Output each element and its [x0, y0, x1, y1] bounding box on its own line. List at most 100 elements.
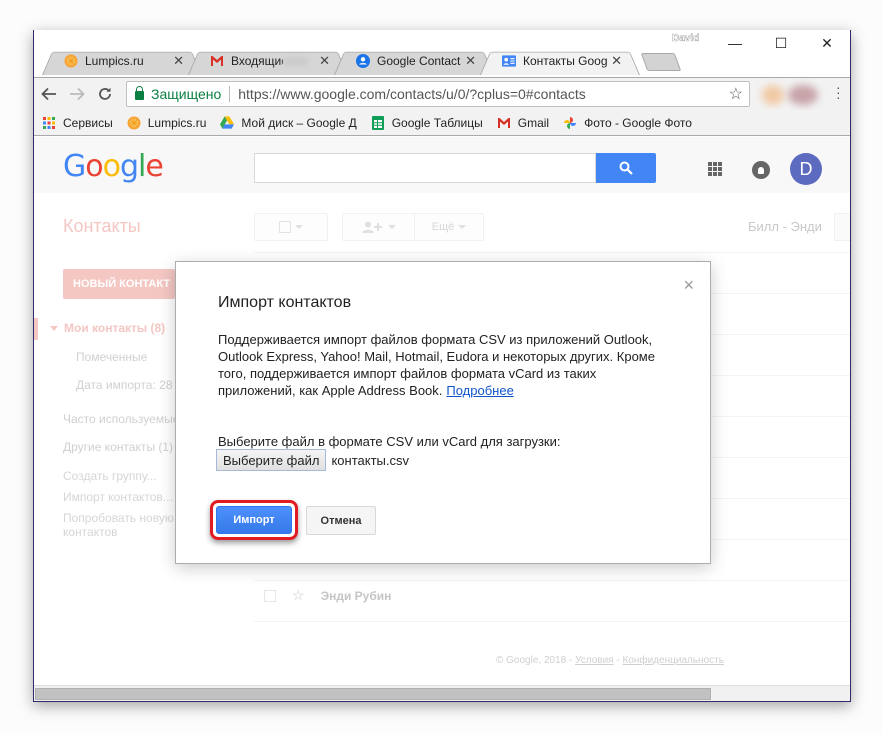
google-sheets-icon: [371, 115, 385, 130]
contacts-card-icon: [502, 54, 516, 68]
bookmark-google-drive[interactable]: Мой диск – Google Д: [220, 115, 357, 130]
google-logo[interactable]: Google: [63, 149, 164, 184]
maximize-button[interactable]: ☐: [758, 30, 804, 56]
tab-contacts-google[interactable]: Контакты Google ✕: [480, 47, 640, 75]
bookmark-label: Фото - Google Фото: [584, 115, 692, 130]
bookmark-label: Gmail: [517, 115, 550, 130]
learn-more-link[interactable]: Подробнее: [446, 383, 513, 398]
reload-button[interactable]: [92, 81, 118, 107]
tab-label: Контакты Google: [523, 54, 608, 68]
apps-grid-icon: [42, 116, 56, 130]
google-contacts-icon: [356, 54, 370, 68]
sidebar-item-import-date[interactable]: Дата импорта: 28: [76, 378, 173, 392]
description-text: Поддерживается импорт файлов формата CSV…: [218, 332, 655, 398]
close-tab-icon[interactable]: ✕: [611, 53, 622, 69]
close-icon[interactable]: ×: [683, 276, 694, 294]
extension-icon[interactable]: [762, 85, 784, 105]
chevron-down-icon: [295, 225, 303, 229]
create-group-link[interactable]: Создать группу...: [63, 469, 157, 483]
browser-toolbar: Защищено https://www.google.com/contacts…: [34, 77, 850, 110]
terms-link[interactable]: Условия: [575, 655, 614, 666]
back-button[interactable]: [36, 81, 62, 107]
dialog-description: Поддерживается импорт файлов формата CSV…: [218, 331, 668, 399]
bookmark-label: Lumpics.ru: [147, 115, 207, 130]
profile-name[interactable]: David: [672, 33, 700, 44]
more-button[interactable]: Ещё: [415, 221, 483, 233]
add-to-group-button[interactable]: [343, 214, 415, 240]
try-new-version-link-2[interactable]: контактов: [63, 525, 118, 539]
selected-file-name: контакты.csv: [331, 452, 409, 468]
tab-lumpics[interactable]: Lumpics.ru ✕: [42, 47, 202, 75]
bookmark-label: Google Таблицы: [391, 115, 483, 130]
divider: [229, 86, 231, 102]
blurred-email: [283, 56, 310, 66]
avatar[interactable]: D: [790, 153, 822, 185]
security-label[interactable]: Защищено: [151, 86, 221, 102]
minimize-button[interactable]: —: [712, 30, 758, 56]
tab-google-contacts[interactable]: Google Contacts ✕: [334, 47, 494, 75]
bookmark-label: Мой диск – Google Д: [241, 115, 357, 130]
google-header: Google D: [34, 137, 850, 193]
bookmarks-bar: Сервисы Lumpics.ru Мой диск – Google Д G…: [34, 110, 850, 136]
arrow-right-icon: [70, 87, 85, 101]
checkbox-icon: [279, 221, 291, 233]
scrollbar-thumb[interactable]: [35, 688, 711, 700]
reload-icon: [99, 87, 111, 100]
tab-gmail[interactable]: Входящие - ✕: [188, 47, 348, 75]
horizontal-scrollbar[interactable]: [34, 685, 850, 701]
url-text[interactable]: https://www.google.com/contacts/u/0/?cpl…: [238, 86, 585, 102]
star-icon[interactable]: ☆: [292, 587, 305, 604]
notifications-bell-icon[interactable]: [752, 161, 770, 179]
search-input[interactable]: [254, 153, 596, 183]
sidebar-item-other-contacts[interactable]: Другие контакты (1): [63, 440, 173, 454]
sidebar-active-indicator: [34, 318, 38, 340]
sidebar-item-my-contacts[interactable]: Мои контакты (8): [50, 321, 165, 335]
contact-row[interactable]: ☆ Энди Рубин: [264, 587, 391, 604]
bookmark-google-sheets[interactable]: Google Таблицы: [371, 115, 483, 130]
sidebar-item-label: Мои контакты (8): [64, 321, 166, 335]
google-drive-icon: [220, 116, 235, 130]
new-tab-button[interactable]: [644, 53, 678, 71]
arrow-left-icon: [41, 87, 56, 101]
divider: [254, 252, 850, 253]
bookmark-gmail[interactable]: Gmail: [497, 116, 549, 130]
tab-label: Google Contacts: [377, 54, 462, 68]
close-tab-icon[interactable]: ✕: [319, 53, 330, 69]
extension-icon[interactable]: [788, 85, 818, 105]
import-button[interactable]: Импорт: [216, 506, 292, 534]
forward-button[interactable]: [64, 81, 90, 107]
bookmark-google-photos[interactable]: Фото - Google Фото: [563, 116, 692, 130]
choose-file-label: Выберите файл в формате CSV или vCard дл…: [218, 434, 561, 449]
copyright-text: © Google, 2018 -: [496, 655, 576, 666]
bookmark-services[interactable]: Сервисы: [42, 116, 113, 130]
close-tab-icon[interactable]: ✕: [465, 53, 476, 69]
new-contact-button[interactable]: НОВЫЙ КОНТАКТ: [63, 269, 175, 299]
more-label: Ещё: [431, 221, 455, 233]
select-checkbox-dropdown[interactable]: [254, 213, 328, 241]
google-apps-icon[interactable]: [708, 162, 722, 176]
gmail-icon: [497, 116, 511, 130]
close-window-button[interactable]: ✕: [804, 30, 850, 56]
browser-window: David Lumpics.ru ✕ Входящие - ✕: [33, 30, 851, 702]
search-button[interactable]: [596, 153, 656, 183]
orange-icon: [64, 54, 78, 68]
bookmark-star-icon[interactable]: ☆: [729, 84, 743, 104]
close-tab-icon[interactable]: ✕: [173, 53, 184, 69]
bookmark-lumpics[interactable]: Lumpics.ru: [127, 115, 207, 130]
gmail-icon: [210, 54, 224, 68]
browser-menu-icon[interactable]: · · ·: [836, 80, 841, 104]
pagination-button[interactable]: [834, 213, 850, 241]
address-bar[interactable]: Защищено https://www.google.com/contacts…: [126, 81, 750, 107]
choose-file-button[interactable]: Выберите файл: [216, 449, 327, 471]
tab-label: Входящие -: [231, 54, 284, 68]
checkbox[interactable]: [264, 589, 276, 602]
toolbar-actions: Ещё: [342, 213, 484, 241]
separator: -: [613, 655, 623, 666]
sidebar-item-starred[interactable]: Помеченные: [76, 350, 147, 364]
add-person-icon: [361, 221, 382, 233]
cancel-button[interactable]: Отмена: [306, 506, 376, 535]
privacy-link[interactable]: Конфиденциальность: [623, 655, 724, 666]
import-contacts-link[interactable]: Импорт контактов...: [63, 490, 173, 504]
sidebar-item-frequent[interactable]: Часто используемые: [63, 412, 179, 426]
extensions-area[interactable]: [758, 84, 828, 106]
